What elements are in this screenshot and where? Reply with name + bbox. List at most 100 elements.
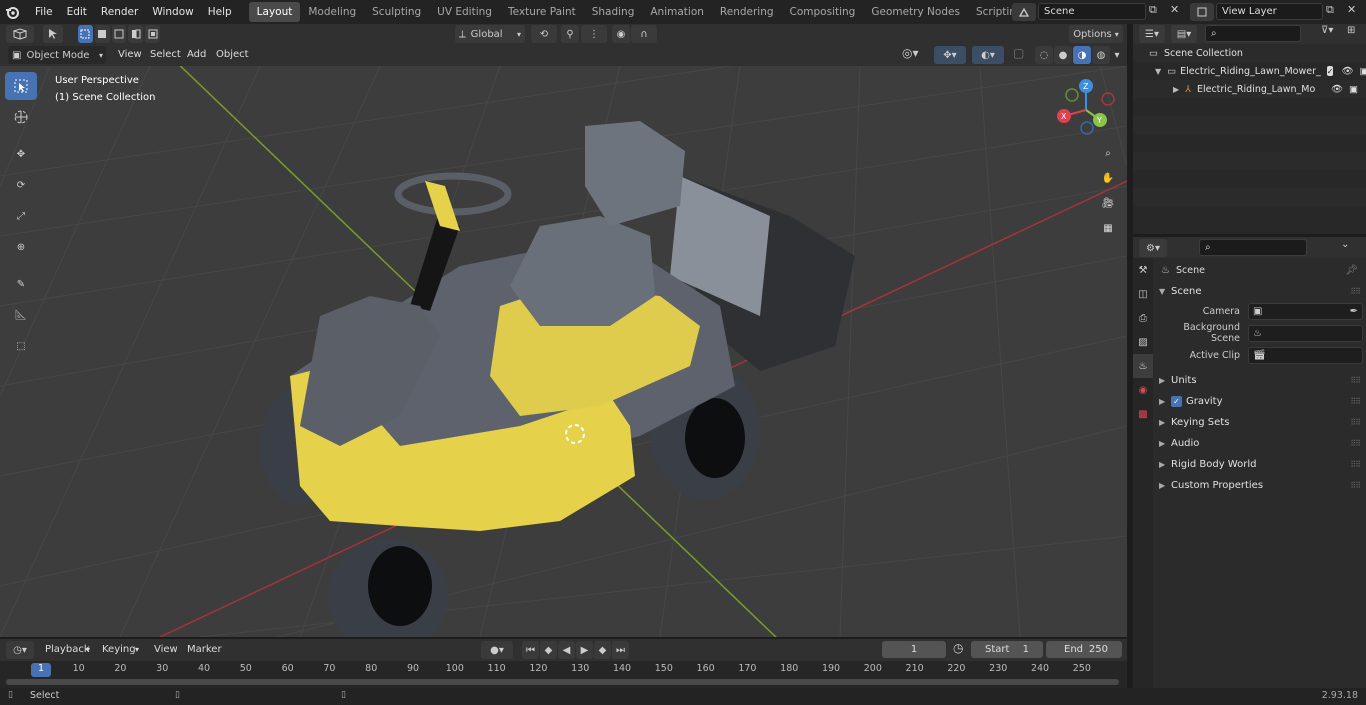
timeline-ruler[interactable]: 1 10 20 30 40 50 60 70 80 90 100 110 120 130 140 150 160… xyxy=(0,661,1127,688)
visibility-icon[interactable]: ◎▾ xyxy=(902,46,928,64)
drag-handle-icon[interactable]: ⠿⠿ xyxy=(1350,376,1361,385)
rotate-tool-icon[interactable]: ⟳ xyxy=(5,171,37,199)
filter-icon[interactable]: ⊽▾ xyxy=(1321,25,1343,43)
gravity-checkbox[interactable]: ✓ xyxy=(1171,396,1182,407)
play-reverse-icon[interactable]: ◀ xyxy=(558,641,575,659)
copy-scene-icon[interactable]: ⧉ xyxy=(1149,3,1165,20)
outliner-row-scene-collection[interactable]: ▭ Scene Collection xyxy=(1133,44,1366,62)
timeline-menu-playback[interactable]: Playback xyxy=(45,641,90,659)
navigation-gizmo[interactable]: Z Y X xyxy=(1052,76,1122,146)
tab-compositing[interactable]: Compositing xyxy=(782,2,864,22)
tab-animation[interactable]: Animation xyxy=(642,2,712,22)
select-subtract-icon[interactable] xyxy=(111,25,127,43)
current-frame-field[interactable]: 1 xyxy=(882,641,946,658)
panel-rigid-body-world[interactable]: ▶ Rigid Body World ⠿⠿ xyxy=(1153,454,1366,475)
jump-end-icon[interactable]: ⏭ xyxy=(612,641,629,659)
material-shading-icon[interactable]: ◑ xyxy=(1073,46,1091,64)
tab-sculpting[interactable]: Sculpting xyxy=(364,2,429,22)
eye-icon[interactable]: 👁︎ xyxy=(1331,84,1343,95)
output-tab-icon[interactable]: ⎙ xyxy=(1133,306,1153,330)
outliner-row-collection[interactable]: ▼ ▭ Electric_Riding_Lawn_Mower_ ✓ 👁︎ ▣ xyxy=(1133,62,1366,80)
pivot-point-icon[interactable]: ⟲ xyxy=(531,25,557,43)
jump-start-icon[interactable]: ⏮ xyxy=(522,641,539,659)
panel-units[interactable]: ▶ Units ⠿⠿ xyxy=(1153,370,1366,391)
3d-viewport[interactable]: User Perspective (1) Scene Collection Z … xyxy=(0,66,1127,637)
panel-keying-sets[interactable]: ▶ Keying Sets ⠿⠿ xyxy=(1153,412,1366,433)
select-invert-icon[interactable] xyxy=(128,25,144,43)
panel-audio[interactable]: ▶ Audio ⠿⠿ xyxy=(1153,433,1366,454)
select-extend-icon[interactable] xyxy=(94,25,110,43)
render-tab-icon[interactable]: ◫ xyxy=(1133,282,1153,306)
world-tab-icon[interactable]: ◉ xyxy=(1133,378,1153,402)
pan-hand-icon[interactable]: ✋ xyxy=(1097,167,1119,189)
select-new-icon[interactable] xyxy=(78,25,93,43)
eyedropper-icon[interactable]: ✒ xyxy=(1350,306,1358,317)
options-dropdown[interactable]: Options ▾ xyxy=(1069,25,1123,43)
drag-handle-icon[interactable]: ⠿⠿ xyxy=(1350,460,1361,469)
proportional-edit-icon[interactable]: ◉ xyxy=(612,25,630,43)
outliner-editor-type-icon[interactable]: ☰▾ xyxy=(1139,25,1165,43)
outliner-search-input[interactable]: ⌕ xyxy=(1205,25,1301,42)
timeline-editor-type-icon[interactable]: ◷▾ xyxy=(6,641,34,659)
drag-handle-icon[interactable]: ⠿⠿ xyxy=(1350,397,1361,406)
editor-type-icon[interactable] xyxy=(6,25,34,43)
menu-edit[interactable]: Edit xyxy=(60,0,94,24)
snap-target-icon[interactable]: ⋮ xyxy=(581,25,607,43)
properties-editor-type-icon[interactable]: ⚙▾ xyxy=(1139,239,1167,257)
menu-help[interactable]: Help xyxy=(201,0,239,24)
checkbox-icon[interactable]: ✓ xyxy=(1326,66,1334,76)
tab-rendering[interactable]: Rendering xyxy=(712,2,782,22)
move-tool-icon[interactable]: ✥ xyxy=(5,140,37,168)
transform-orientation-dropdown[interactable]: ⟂ Global ▾ xyxy=(455,25,525,43)
view-layer-selector[interactable]: View Layer xyxy=(1216,3,1323,20)
mode-dropdown[interactable]: ▣ Object Mode ▾ xyxy=(8,46,106,64)
gizmo-toggle-icon[interactable]: ✥▾ xyxy=(934,46,966,64)
background-scene-field[interactable]: ♨ xyxy=(1248,324,1363,342)
viewport-menu-view[interactable]: View xyxy=(118,46,142,64)
cursor-tool-icon[interactable] xyxy=(5,103,37,131)
snap-toggle-icon[interactable]: ⚲ xyxy=(561,25,579,43)
annotate-tool-icon[interactable]: ✎ xyxy=(5,270,37,298)
close-view-layer-icon[interactable]: ✕ xyxy=(1347,3,1361,20)
scene-selector[interactable]: Scene xyxy=(1038,3,1146,20)
new-collection-icon[interactable]: ⊞ xyxy=(1347,25,1363,43)
tab-shading[interactable]: Shading xyxy=(584,2,643,22)
timeline-menu-keying[interactable]: Keying xyxy=(102,641,136,659)
menu-file[interactable]: File xyxy=(28,0,60,24)
camera-field[interactable]: ▣ ✒ xyxy=(1248,302,1363,320)
timeline-menu-view[interactable]: View xyxy=(154,641,178,659)
blender-logo-icon[interactable] xyxy=(0,0,24,24)
xray-icon[interactable]: ▢ xyxy=(1013,46,1031,64)
wireframe-shading-icon[interactable]: ◌ xyxy=(1035,46,1053,64)
transform-tool-icon[interactable]: ⊕ xyxy=(5,233,37,261)
expand-arrow-icon[interactable]: ▼ xyxy=(1155,67,1161,76)
scale-tool-icon[interactable]: ⤢ xyxy=(5,202,37,230)
viewport-menu-add[interactable]: Add xyxy=(187,46,206,64)
chevron-down-icon[interactable]: ▾ xyxy=(1111,46,1123,64)
panel-custom-properties[interactable]: ▶ Custom Properties ⠿⠿ xyxy=(1153,475,1366,496)
clock-icon[interactable]: ◷ xyxy=(953,641,969,659)
eye-icon[interactable]: 👁︎ xyxy=(1341,66,1353,77)
scene-panel-header[interactable]: ▼ Scene ⠿⠿ xyxy=(1153,282,1366,300)
tool-tab-icon[interactable]: ⚒ xyxy=(1133,258,1153,282)
camera-icon[interactable]: ▣ xyxy=(1360,66,1366,77)
drag-handle-icon[interactable]: ⠿⠿ xyxy=(1350,287,1361,296)
active-clip-field[interactable]: 🎬︎ xyxy=(1248,346,1363,364)
solid-shading-icon[interactable]: ● xyxy=(1054,46,1072,64)
zoom-icon[interactable]: ⌕ xyxy=(1097,142,1119,164)
tab-texture-paint[interactable]: Texture Paint xyxy=(500,2,584,22)
tab-modeling[interactable]: Modeling xyxy=(300,2,364,22)
next-keyframe-icon[interactable]: ◆ xyxy=(594,641,611,659)
prev-keyframe-icon[interactable]: ◆ xyxy=(540,641,557,659)
camera-icon[interactable]: ▣ xyxy=(1349,84,1358,95)
copy-view-layer-icon[interactable]: ⧉ xyxy=(1326,3,1342,20)
select-intersect-icon[interactable] xyxy=(145,25,160,43)
outliner-row-object[interactable]: ▶ ⅄ Electric_Riding_Lawn_Mo 👁︎ ▣ xyxy=(1133,80,1366,98)
add-cube-tool-icon[interactable]: ⬚ xyxy=(5,332,37,360)
drag-handle-icon[interactable]: ⠿⠿ xyxy=(1350,439,1361,448)
scene-tab-icon[interactable]: ♨ xyxy=(1133,354,1153,378)
rendered-shading-icon[interactable]: ◍ xyxy=(1092,46,1110,64)
tab-uv-editing[interactable]: UV Editing xyxy=(429,2,500,22)
tab-layout[interactable]: Layout xyxy=(248,2,301,22)
select-tool-icon[interactable] xyxy=(43,25,63,43)
